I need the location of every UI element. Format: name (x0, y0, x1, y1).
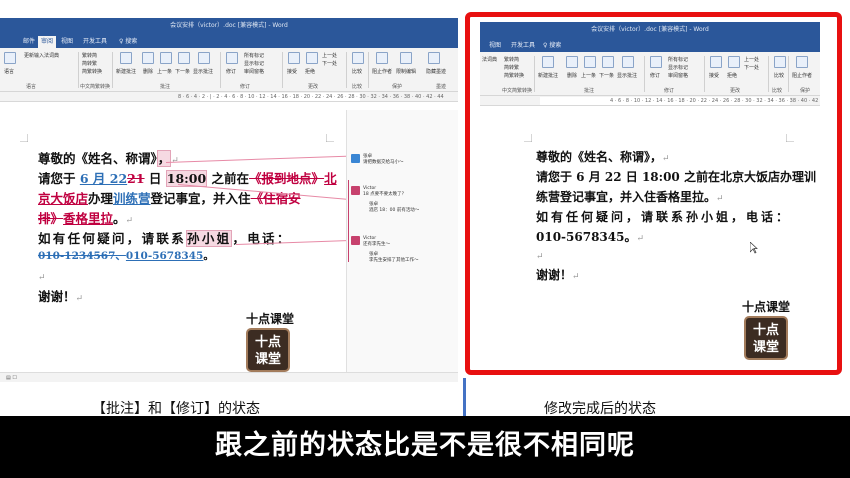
accept-button[interactable]: 接受 (287, 68, 297, 75)
thanks-text: 谢谢！ (38, 289, 76, 304)
language-button[interactable]: 语言 (4, 68, 14, 75)
prev-change-button[interactable]: 上一处 (322, 52, 337, 59)
ribbon: 语言 更新输入法词典 繁转简 简转繁 简繁转换 新建批注 删除 上一条 下一条 … (0, 48, 458, 92)
compare-button[interactable]: 比较 (352, 68, 362, 75)
group-compare: 比较 (352, 84, 363, 90)
brand-logo: 十点 课堂 (246, 328, 290, 372)
deleted-text[interactable]: 排》 (38, 211, 63, 226)
caption-left: 【批注】和【修订】的状态 (92, 401, 260, 417)
inserted-text[interactable]: 京大饭店 (38, 191, 88, 206)
comment-anchor-name[interactable]: 孙小姐 (186, 230, 233, 247)
inserted-text[interactable]: 香格里拉 (63, 211, 113, 226)
deleted-text[interactable]: 21 (127, 171, 144, 186)
all-markup-dropdown[interactable]: 所有标记 (244, 52, 264, 59)
accept-icon (288, 52, 300, 64)
comment-thread-bar (348, 180, 349, 262)
group-tracking: 修订 (240, 84, 251, 90)
status-icons[interactable]: ▤ ☐ (6, 375, 17, 381)
deleted-text[interactable]: 010-1234567、 (38, 250, 126, 262)
user-avatar-icon (351, 236, 360, 245)
reject-icon (306, 52, 318, 64)
next-comment-icon (178, 52, 190, 64)
title-bar: 会议安排（victor）.doc [兼容模式] - Word (0, 18, 458, 34)
highlight-frame (465, 12, 842, 375)
review-pane-dropdown[interactable]: 审阅窗格 (244, 68, 264, 75)
comment-balloon[interactable]: Victor 还有李先生～ (363, 236, 390, 248)
new-comment-icon (120, 52, 132, 64)
comment-reply[interactable]: 张卓 酒店 18：00 前有活动～ (369, 202, 419, 214)
new-comment-button[interactable]: 新建批注 (116, 68, 136, 75)
logo-caption: 十点课堂 (246, 312, 295, 326)
doc-line-4: 排》香格里拉。↵ (38, 211, 134, 226)
ribbon-tabs: 邮件 审阅 视图 开发工具 ♀ 搜索 (0, 34, 458, 48)
group-protect: 保护 (392, 84, 403, 90)
next-change-button[interactable]: 下一处 (322, 60, 337, 67)
delete-comment-icon (142, 52, 154, 64)
compare-icon (352, 52, 364, 64)
group-changes: 更改 (308, 84, 319, 90)
hide-ink-button[interactable]: 隐藏墨迹 (426, 68, 446, 75)
inserted-text[interactable]: 训练营 (113, 191, 151, 206)
group-comments: 批注 (160, 84, 171, 90)
group-language: 语言 (26, 84, 37, 90)
track-changes-icon (226, 52, 238, 64)
deleted-text[interactable]: 《报到地点》 (249, 171, 324, 186)
update-ime-dict-button[interactable]: 更新输入法词典 (24, 52, 59, 59)
comment-reply[interactable]: 张卓 李先生安排了其他工作～ (369, 252, 419, 264)
doc-line-7: ↵ (38, 273, 46, 283)
prev-comment-button[interactable]: 上一条 (157, 68, 172, 75)
horizontal-ruler[interactable]: 8 · 6 · 4 · 2 · | · 2 · 4 · 6 · 8 · 10 ·… (0, 92, 458, 102)
doc-line-8: 谢谢！↵ (38, 289, 84, 304)
group-chinese: 中文简繁转换 (80, 84, 111, 90)
doc-line-6: 010-1234567、010-5678345。 (38, 250, 214, 262)
block-authors-button[interactable]: 阻止作者 (372, 68, 392, 75)
tab-developer[interactable]: 开发工具 (80, 36, 110, 48)
caption-right: 修改完成后的状态 (544, 401, 656, 417)
next-comment-button[interactable]: 下一条 (175, 68, 190, 75)
delete-comment-button[interactable]: 删除 (143, 68, 153, 75)
comment-balloon[interactable]: Victor 18 点要不要太晚了？ (363, 186, 406, 198)
tab-review[interactable]: 审阅 (38, 36, 57, 48)
markup-area: 张卓 请把数据交给马小～ Victor 18 点要不要太晚了？ 张卓 酒店 18… (346, 110, 458, 372)
group-ink: 墨迹 (436, 84, 447, 90)
show-markup-dropdown[interactable]: 显示标记 (244, 60, 264, 67)
trad-to-simp-button[interactable]: 繁转简 (82, 52, 97, 59)
language-icon (4, 52, 16, 64)
reject-button[interactable]: 拒绝 (305, 68, 315, 75)
inserted-text[interactable]: 北 (324, 171, 337, 186)
crop-mark-icon (326, 134, 334, 142)
doc-line-1: 尊敬的《姓名、称谓》，↵ (38, 148, 179, 167)
hide-ink-icon (428, 52, 440, 64)
inserted-text[interactable]: 010-5678345 (126, 250, 203, 262)
simp-to-trad-button[interactable]: 简转繁 (82, 60, 97, 67)
crop-mark-icon (20, 134, 28, 142)
tab-mailings[interactable]: 邮件 (20, 36, 38, 48)
chinese-conversion-button[interactable]: 简繁转换 (82, 68, 102, 75)
prev-comment-icon (160, 52, 172, 64)
left-word-window: 会议安排（victor）.doc [兼容模式] - Word 邮件 审阅 视图 … (0, 18, 458, 382)
ruler-ticks: 8 · 6 · 4 · 2 · | · 2 · 4 · 6 · 8 · 10 ·… (178, 94, 444, 100)
greeting-text: 尊敬的《姓名、称谓》 (38, 151, 157, 166)
comment-balloon[interactable]: 张卓 请把数据交给马小～ (363, 154, 404, 166)
tab-view[interactable]: 视图 (58, 36, 76, 48)
video-subtitle: 跟之前的状态比是不是很不相同呢 (215, 430, 635, 461)
restrict-editing-button[interactable]: 限制编辑 (396, 68, 416, 75)
track-changes-button[interactable]: 修订 (226, 68, 236, 75)
panel-divider (463, 378, 466, 416)
show-comments-icon (198, 52, 210, 64)
status-bar: ▤ ☐ (0, 372, 458, 382)
tell-me-search[interactable]: ♀ 搜索 (116, 36, 140, 48)
inserted-text[interactable]: 6 月 22 (80, 171, 127, 186)
block-authors-icon (376, 52, 388, 64)
restrict-editing-icon (400, 52, 412, 64)
window-title: 会议安排（victor）.doc [兼容模式] - Word (170, 22, 288, 29)
user-avatar-icon (351, 154, 360, 163)
comment-anchor[interactable]: ， (156, 150, 172, 167)
show-comments-button[interactable]: 显示批注 (193, 68, 213, 75)
user-avatar-icon (351, 186, 360, 195)
